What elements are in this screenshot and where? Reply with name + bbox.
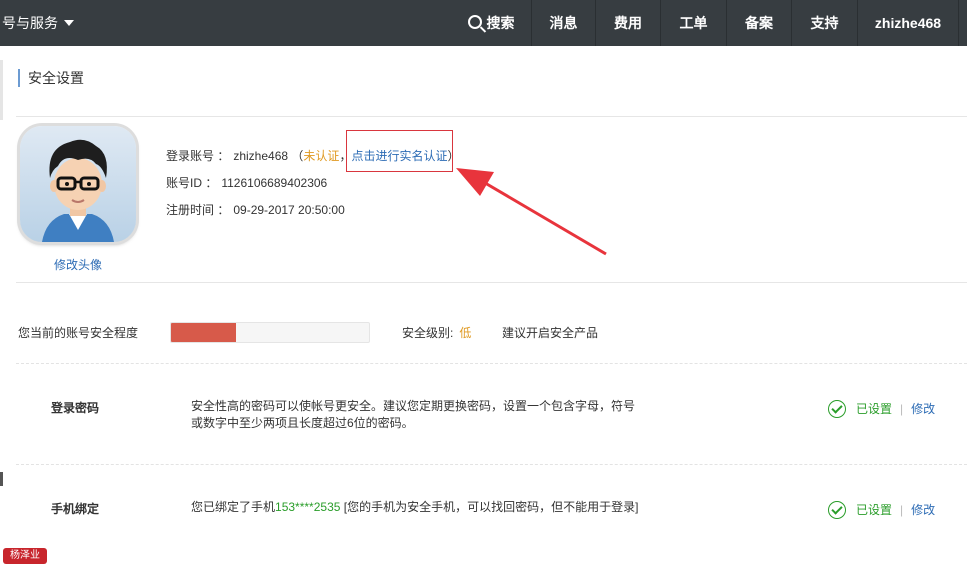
sidebar-toggle[interactable] (0, 472, 3, 486)
login-password-desc: 安全性高的密码可以使帐号更安全。建议您定期更换密码，设置一个包含字母，符号或数字… (191, 399, 636, 430)
login-password-status: 已设置 | 修改 (828, 399, 935, 419)
register-time-label: 注册时间 ： (166, 203, 230, 217)
security-level: 安全级别: 低 (402, 324, 471, 341)
phone-desc-suffix: [您的手机为安全手机，可以找回密码，但不能用于登录] (340, 500, 639, 514)
phone-binding-title: 手机绑定 (51, 502, 100, 516)
edit-avatar-link[interactable]: 修改头像 (54, 256, 102, 273)
divider (16, 363, 967, 364)
page-title: 安全设置 (18, 69, 84, 87)
products-menu-label: 号与服务 (2, 15, 58, 31)
user-menu[interactable]: zhizhe468 (858, 0, 958, 46)
login-account-value: zhizhe468 (233, 149, 289, 163)
username: zhizhe468 (874, 15, 942, 31)
sidebar-edge (0, 60, 3, 120)
annotation-arrow-icon (456, 168, 607, 256)
nav-icp-filing[interactable]: 备案 (727, 0, 791, 46)
phone-desc-prefix: 您已绑定了手机 (191, 500, 276, 514)
top-nav-bar: 号与服务 搜索 消息 费用 工单 备案 支持 zhizhe468 (0, 0, 967, 46)
search-icon (467, 15, 482, 30)
products-menu[interactable]: 号与服务 (0, 0, 74, 46)
search-label: 搜索 (486, 15, 515, 31)
watermark-text: 杨泽业 (10, 550, 40, 561)
nav-billing[interactable]: 费用 (596, 0, 660, 46)
divider (16, 464, 967, 465)
register-time-row: 注册时间 ： 09-29-2017 20:50:00 (166, 201, 345, 218)
phone-binding-desc: 您已绑定了手机153****2535 [您的手机为安全手机，可以找回密码，但不能… (191, 499, 641, 516)
nav-tickets-label: 工单 (679, 15, 708, 31)
nav-divider (958, 0, 959, 46)
nav-billing-label: 费用 (614, 15, 642, 31)
login-account-label: 登录账号 ： (166, 149, 230, 163)
divider (16, 282, 967, 283)
nav-support[interactable]: 支持 (792, 0, 857, 46)
security-progress-bar (170, 322, 370, 343)
divider (16, 116, 967, 117)
security-suggestion: 建议开启安全产品 (502, 326, 599, 340)
account-id-label: 账号ID ： (166, 176, 218, 190)
check-circle-icon (828, 399, 846, 418)
nav-messages[interactable]: 消息 (532, 0, 595, 46)
nav-support-label: 支持 (810, 15, 839, 31)
search-button[interactable]: 搜索 (456, 0, 526, 46)
register-time-value: 09-29-2017 20:50:00 (233, 203, 345, 217)
nav-icp-filing-label: 备案 (745, 15, 773, 31)
security-level-value: 低 (459, 326, 472, 340)
paren-open: （ (291, 149, 304, 163)
watermark-stamp: 杨泽业 (3, 548, 47, 564)
edit-phone-link[interactable]: 修改 (911, 503, 935, 517)
avatar-illustration (42, 139, 114, 242)
status-label: 已设置 (856, 402, 893, 416)
phone-binding-status: 已设置 | 修改 (828, 500, 935, 520)
annotation-highlight-box (346, 130, 453, 172)
unverified-badge: 未认证 (303, 149, 340, 163)
account-id-row: 账号ID ： 1126106689402306 (166, 174, 327, 191)
check-circle-icon (828, 500, 846, 519)
security-progress-fill (171, 323, 237, 342)
caret-down-icon (64, 20, 74, 27)
edit-password-link[interactable]: 修改 (911, 402, 935, 416)
phone-number: 153****2535 (275, 500, 341, 514)
login-password-title: 登录密码 (51, 401, 100, 415)
account-id-value: 1126106689402306 (221, 176, 328, 190)
status-label: 已设置 (856, 503, 893, 517)
nav-tickets[interactable]: 工单 (661, 0, 726, 46)
avatar (20, 126, 136, 242)
security-level-label: 安全级别: (402, 326, 454, 340)
security-degree-label: 您当前的账号安全程度 (18, 326, 139, 340)
nav-messages-label: 消息 (549, 15, 578, 31)
